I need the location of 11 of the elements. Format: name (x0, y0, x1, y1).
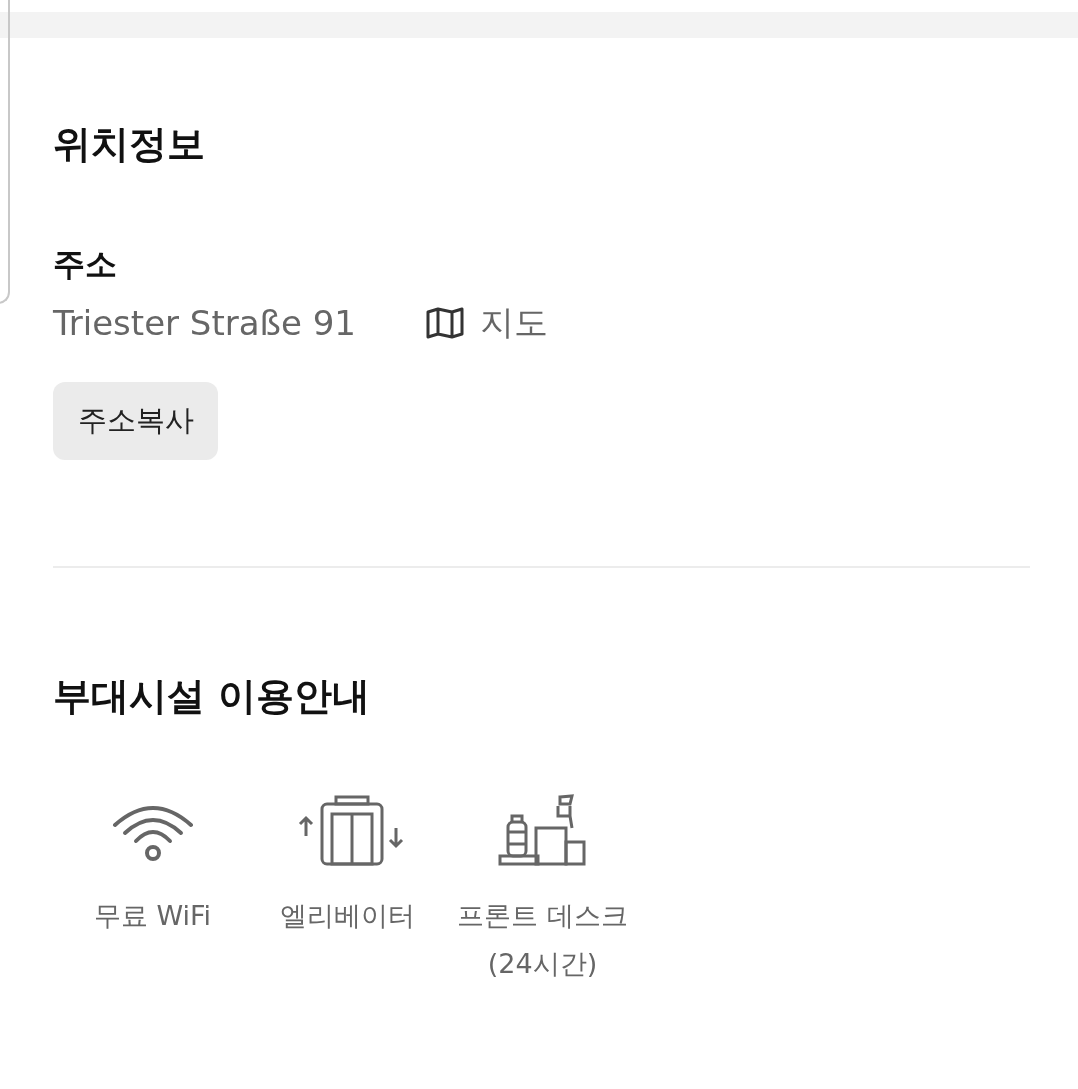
front-desk-icon (497, 794, 588, 868)
map-link[interactable]: 지도 (426, 300, 548, 346)
copy-address-button[interactable]: 주소복사 (53, 382, 218, 460)
map-icon (426, 306, 464, 340)
section-title: 위치정보 (53, 121, 206, 168)
address-label: 주소 (53, 244, 118, 285)
section-title: 부대시설 이용안내 (53, 673, 372, 720)
address-text: Triester Straße 91 (53, 303, 356, 343)
facility-label: 무료 WiFi (92, 899, 213, 933)
facility-label: 프론트 데스크 (24시간) (456, 899, 629, 981)
facility-label: 엘리베이터 (279, 899, 416, 933)
